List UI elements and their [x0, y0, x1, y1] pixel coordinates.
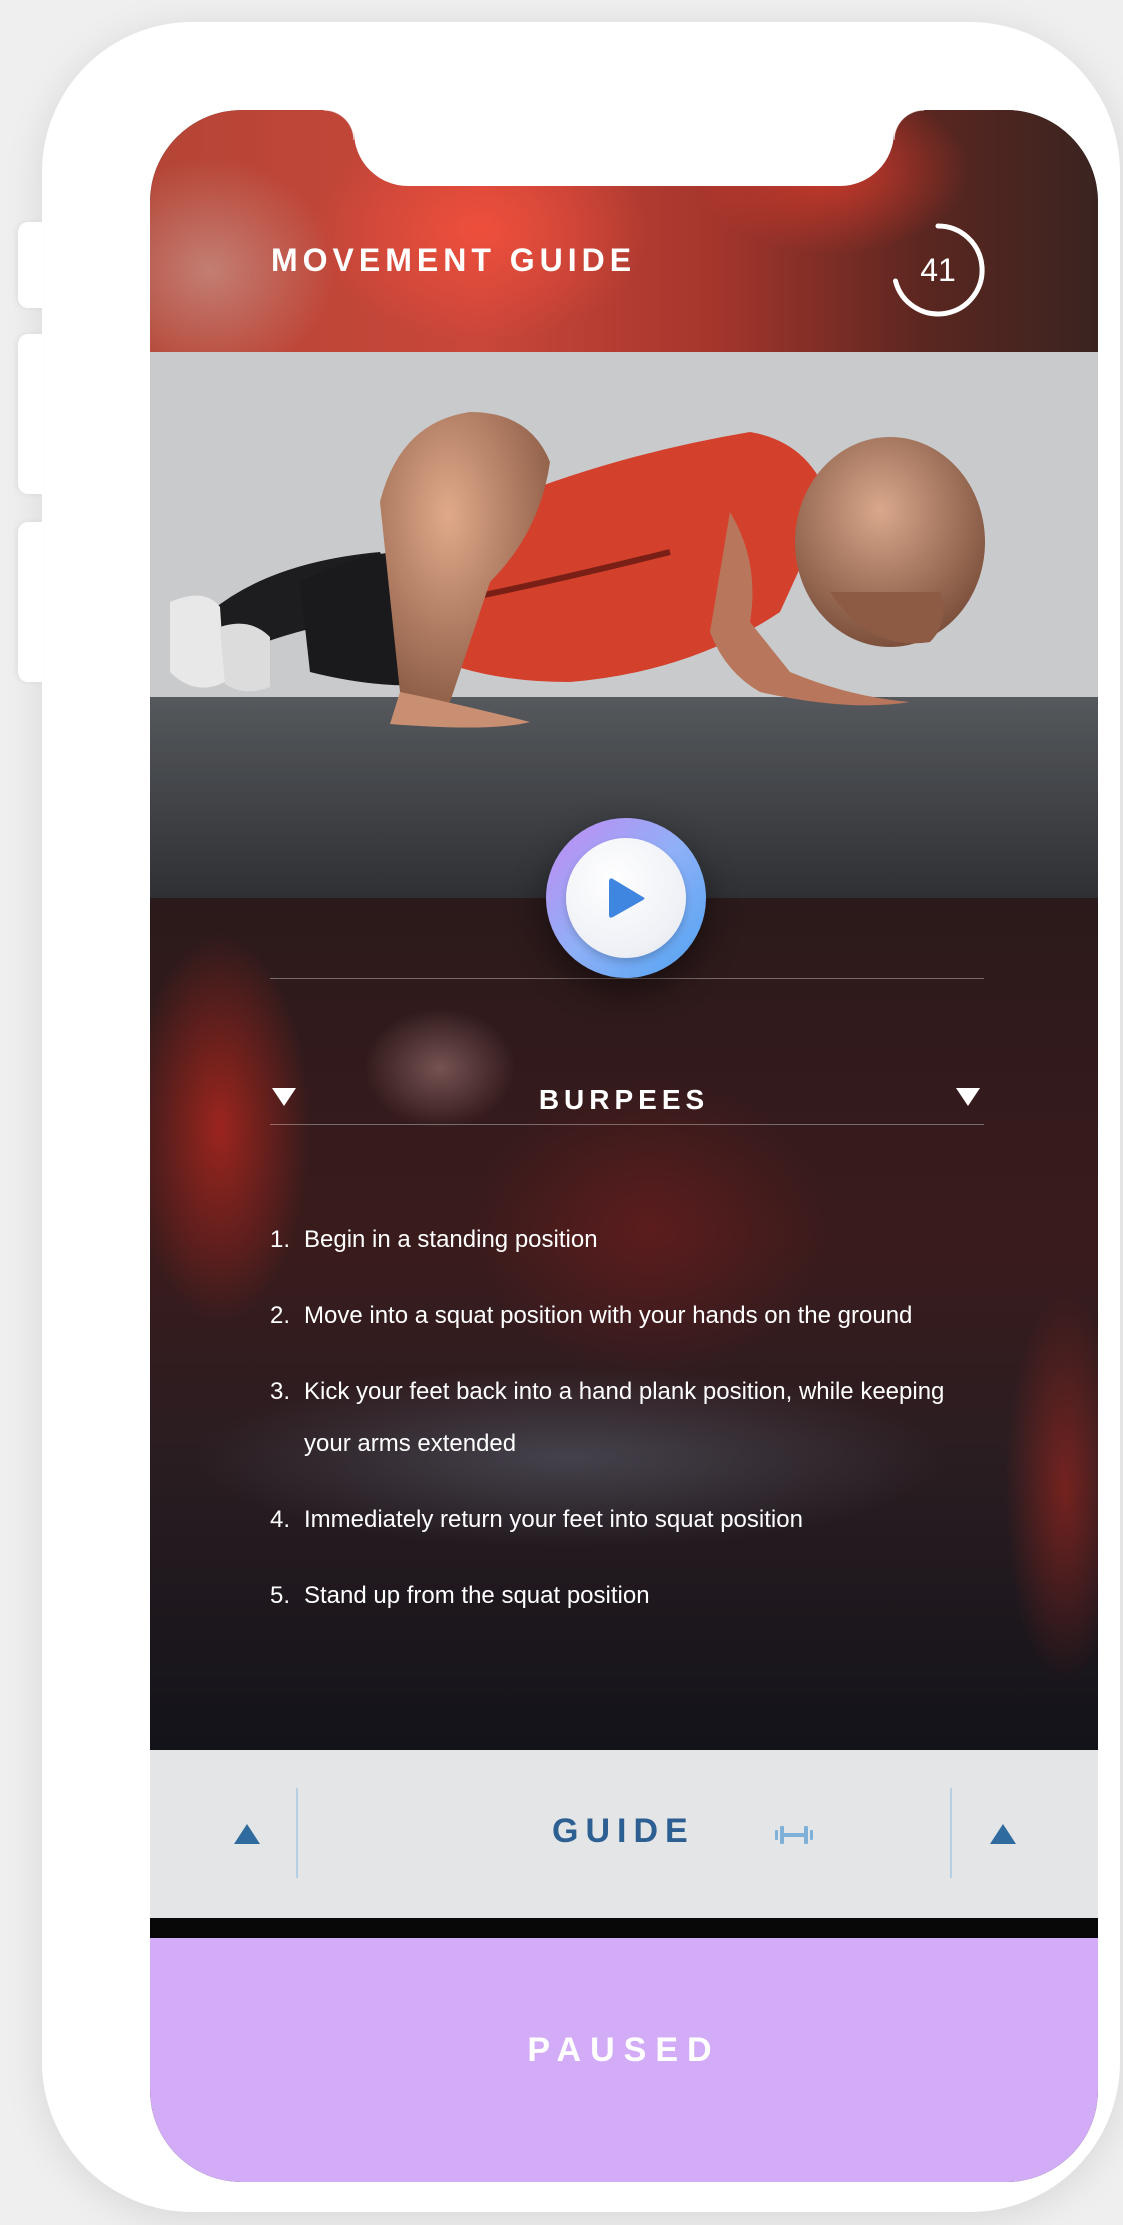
instruction-step: 4. Immediately return your feet into squ… [270, 1494, 990, 1546]
step-number: 2. [270, 1302, 291, 1329]
step-text: Immediately return your feet into squat … [304, 1506, 803, 1533]
nav-separator [150, 1918, 1098, 1938]
prev-exercise-arrow-icon[interactable] [272, 1088, 296, 1106]
paused-status-button[interactable]: PAUSED [150, 1938, 1098, 2182]
timer-value: 41 [920, 252, 956, 288]
instruction-step: 3. Kick your feet back into a hand plank… [270, 1366, 990, 1470]
step-number: 1. [270, 1226, 291, 1253]
page-title: MOVEMENT GUIDE [271, 242, 637, 278]
instruction-step: 1. Begin in a standing position [270, 1214, 990, 1266]
side-button-volume-down [18, 522, 44, 682]
play-icon [609, 878, 645, 918]
divider-top [270, 978, 984, 979]
play-video-button[interactable] [546, 818, 706, 978]
step-number: 4. [270, 1506, 291, 1533]
step-text: Kick your feet back into a hand plank po… [304, 1378, 945, 1457]
exercise-title: BURPEES [538, 1084, 710, 1115]
paused-label: PAUSED [527, 2030, 721, 2069]
nav-right-arrow-icon[interactable] [990, 1824, 1016, 1844]
guide-panel: BURPEES 1. Begin in a standing position … [150, 898, 1098, 1750]
phone-frame: MOVEMENT GUIDE 41 BURPEES 1. Begin in a … [18, 22, 1120, 2212]
instruction-step: 5. Stand up from the squat position [270, 1570, 990, 1622]
step-number: 5. [270, 1582, 291, 1609]
nav-divider-right [950, 1788, 952, 1878]
nav-left-arrow-icon[interactable] [234, 1824, 260, 1844]
step-text: Begin in a standing position [304, 1226, 598, 1253]
nav-guide-label[interactable]: GUIDE [552, 1812, 695, 1851]
next-exercise-arrow-icon[interactable] [956, 1088, 980, 1106]
play-button-face [566, 838, 686, 958]
step-number: 3. [270, 1378, 291, 1405]
step-text: Move into a squat position with your han… [304, 1302, 913, 1329]
dumbbell-icon [775, 1826, 813, 1844]
exercise-photo [150, 352, 1098, 898]
pushup-illustration [150, 352, 1098, 898]
side-button-volume-up [18, 334, 44, 494]
app-screen: MOVEMENT GUIDE 41 BURPEES 1. Begin in a … [150, 110, 1098, 2182]
instruction-list: 1. Begin in a standing position 2. Move … [270, 1214, 990, 1622]
step-text: Stand up from the squat position [304, 1582, 650, 1609]
phone-notch [324, 110, 924, 186]
instruction-step: 2. Move into a squat position with your … [270, 1290, 990, 1342]
divider-bottom [270, 1124, 984, 1125]
bottom-nav: GUIDE [150, 1750, 1098, 1918]
countdown-timer: 41 [888, 220, 988, 320]
side-button-silent [18, 222, 44, 308]
nav-divider-left [296, 1788, 298, 1878]
